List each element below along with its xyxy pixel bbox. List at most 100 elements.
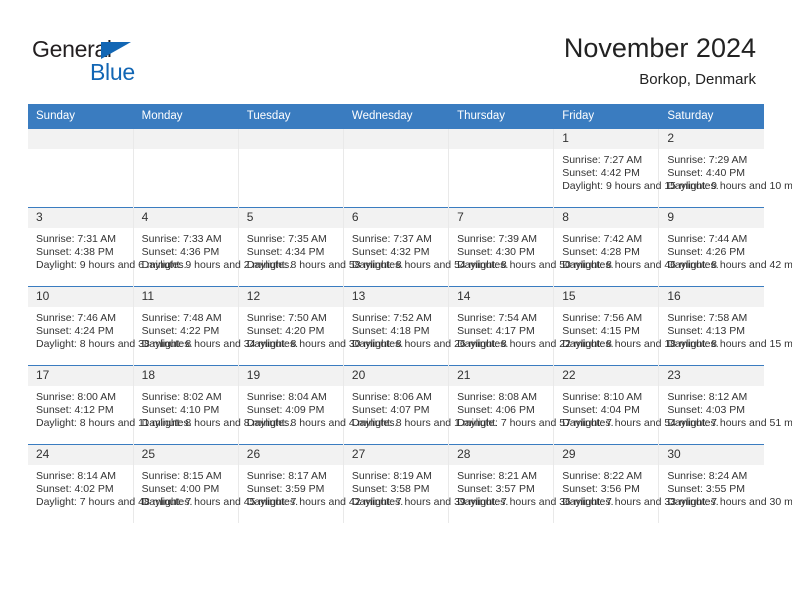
daylight-text: Daylight: 8 hours and 30 minutes. (246, 338, 404, 351)
calendar-day-cell[interactable]: 5 Sunrise: 7:35 AM Sunset: 4:34 PM Daylight… (238, 207, 404, 287)
calendar-day-cell[interactable]: 27 Sunrise: 8:19 AM Sunset: 3:58 PM Dayligh… (343, 444, 508, 523)
day-number: 8 (554, 208, 659, 228)
sunrise-text: Sunrise: 8:02 AM (141, 391, 222, 403)
daylight-text: Daylight: 8 hours and 50 minutes. (457, 259, 614, 272)
calendar-day-cell[interactable]: 16 Sunrise: 7:58 AM Sunset: 4:13 PM Dayligh… (658, 286, 792, 366)
calendar-day-cell[interactable]: 2 Sunrise: 7:29 AM Sunset: 4:40 PM Daylight… (658, 128, 792, 208)
sunrise-text: Sunrise: 7:48 AM (141, 312, 222, 324)
daylight-text: Daylight: 8 hours and 46 minutes. (562, 259, 719, 272)
day-details: Sunrise: 7:46 AM Sunset: 4:24 PM Daylight:… (28, 307, 192, 352)
calendar-day-cell[interactable]: 23 Sunrise: 8:12 AM Sunset: 4:03 PM Dayligh… (658, 365, 792, 445)
day-details: Sunrise: 7:44 AM Sunset: 4:26 PM Daylight:… (659, 228, 792, 273)
calendar-day-cell[interactable]: 28 Sunrise: 8:21 AM Sunset: 3:57 PM Dayligh… (448, 444, 614, 523)
calendar-day-cell[interactable]: 20 Sunrise: 8:06 AM Sunset: 4:07 PM Dayligh… (343, 365, 498, 445)
calendar-week-row: 3 Sunrise: 7:31 AM Sunset: 4:38 PM Daylight… (28, 207, 792, 287)
sunset-text: Sunset: 4:42 PM (562, 167, 640, 180)
calendar-day-cell[interactable]: 18 Sunrise: 8:02 AM Sunset: 4:10 PM Dayligh… (133, 365, 293, 445)
calendar-day-cell[interactable]: 30 Sunrise: 8:24 AM Sunset: 3:55 PM Dayligh… (658, 444, 792, 523)
calendar-day-cell[interactable]: 17 Sunrise: 8:00 AM Sunset: 4:12 PM Dayligh… (28, 365, 192, 445)
calendar-day-cell[interactable]: 7 Sunrise: 7:39 AM Sunset: 4:30 PM Daylight… (448, 207, 614, 287)
sunrise-text: Sunrise: 7:56 AM (562, 312, 643, 324)
calendar-week-row: 10 Sunrise: 7:46 AM Sunset: 4:24 PM Dayligh… (28, 286, 792, 366)
calendar-day-cell[interactable]: 26 Sunrise: 8:17 AM Sunset: 3:59 PM Dayligh… (238, 444, 403, 523)
day-details: Sunrise: 8:14 AM Sunset: 4:02 PM Daylight:… (28, 465, 192, 510)
day-details: Sunrise: 8:21 AM Sunset: 3:57 PM Daylight:… (449, 465, 614, 510)
day-number: 30 (659, 445, 764, 465)
sunrise-text: Sunrise: 7:35 AM (246, 233, 327, 245)
calendar-day-cell[interactable]: 1 Sunrise: 7:27 AM Sunset: 4:42 PM Daylight… (553, 128, 719, 208)
calendar-grid: Sunday Monday Tuesday Wednesday Thursday… (28, 104, 792, 523)
sunrise-text: Sunrise: 8:24 AM (667, 470, 748, 482)
weekday-header-tuesday: Tuesday (238, 104, 344, 129)
sunrise-text: Sunrise: 8:12 AM (667, 391, 748, 403)
calendar-day-cell[interactable]: 10 Sunrise: 7:46 AM Sunset: 4:24 PM Dayligh… (28, 286, 192, 366)
day-details: Sunrise: 7:31 AM Sunset: 4:38 PM Daylight:… (28, 228, 187, 273)
weekday-header-row: Sunday Monday Tuesday Wednesday Thursday… (28, 104, 764, 129)
sunset-text: Sunset: 4:06 PM (457, 404, 535, 417)
sunset-text: Sunset: 4:24 PM (36, 325, 114, 338)
day-number: 23 (659, 366, 764, 386)
day-number: 27 (343, 445, 449, 465)
calendar-day-cell[interactable]: 19 Sunrise: 8:04 AM Sunset: 4:09 PM Dayligh… (238, 365, 398, 445)
daylight-text: Daylight: 8 hours and 58 minutes. (246, 259, 404, 272)
sunset-text: Sunset: 4:15 PM (562, 325, 640, 338)
sunset-text: Sunset: 4:20 PM (246, 325, 325, 338)
calendar-day-cell[interactable]: 11 Sunrise: 7:48 AM Sunset: 4:22 PM Dayligh… (133, 286, 298, 366)
calendar-day-cell-empty (133, 128, 239, 208)
sunset-text: Sunset: 4:40 PM (667, 167, 745, 180)
calendar-week-row: 24 Sunrise: 8:14 AM Sunset: 4:02 PM Dayligh… (28, 444, 792, 523)
calendar-day-cell[interactable]: 12 Sunrise: 7:50 AM Sunset: 4:20 PM Dayligh… (238, 286, 404, 366)
page-title: November 2024 (563, 33, 756, 63)
day-details: Sunrise: 7:35 AM Sunset: 4:34 PM Daylight:… (239, 228, 404, 273)
daylight-text: Daylight: 8 hours and 15 minutes. (667, 338, 792, 351)
calendar-day-cell[interactable]: 15 Sunrise: 7:56 AM Sunset: 4:15 PM Dayligh… (553, 286, 719, 366)
sunset-text: Sunset: 4:10 PM (141, 404, 220, 417)
calendar-day-cell[interactable]: 22 Sunrise: 8:10 AM Sunset: 4:04 PM Dayligh… (553, 365, 719, 445)
sunrise-text: Sunrise: 8:22 AM (562, 470, 643, 482)
calendar-day-cell-empty (448, 128, 555, 208)
calendar-day-cell[interactable]: 29 Sunrise: 8:22 AM Sunset: 3:56 PM Dayligh… (553, 444, 719, 523)
daylight-text: Daylight: 8 hours and 18 minutes. (562, 338, 719, 351)
sunrise-text: Sunrise: 7:42 AM (562, 233, 643, 245)
day-details: Sunrise: 7:29 AM Sunset: 4:40 PM Daylight:… (659, 149, 792, 194)
day-details: Sunrise: 8:02 AM Sunset: 4:10 PM Daylight:… (134, 386, 293, 431)
day-number: 21 (449, 366, 554, 386)
day-details: Sunrise: 7:58 AM Sunset: 4:13 PM Daylight:… (659, 307, 792, 352)
sunrise-text: Sunrise: 8:14 AM (36, 470, 116, 482)
calendar-day-cell[interactable]: 6 Sunrise: 7:37 AM Sunset: 4:32 PM Daylight… (343, 207, 509, 287)
calendar-day-cell[interactable]: 13 Sunrise: 7:52 AM Sunset: 4:18 PM Dayligh… (343, 286, 508, 366)
daylight-text: Daylight: 7 hours and 54 minutes. (562, 417, 719, 430)
daylight-text: Daylight: 8 hours and 1 minute. (351, 417, 498, 430)
sunset-text: Sunset: 4:02 PM (36, 483, 114, 496)
day-details: Sunrise: 7:37 AM Sunset: 4:32 PM Daylight:… (344, 228, 509, 273)
sunrise-text: Sunrise: 8:00 AM (36, 391, 116, 403)
day-details: Sunrise: 7:33 AM Sunset: 4:36 PM Daylight:… (134, 228, 293, 273)
daylight-text: Daylight: 7 hours and 36 minutes. (457, 496, 614, 509)
daylight-text: Daylight: 9 hours and 2 minutes. (141, 259, 293, 272)
calendar-day-cell[interactable]: 8 Sunrise: 7:42 AM Sunset: 4:28 PM Daylight… (553, 207, 719, 287)
daylight-text: Daylight: 7 hours and 33 minutes. (562, 496, 719, 509)
day-number: 25 (133, 445, 238, 465)
daylight-text: Daylight: 8 hours and 54 minutes. (351, 259, 509, 272)
weekday-header-monday: Monday (133, 104, 239, 129)
calendar-day-cell-empty (238, 128, 344, 208)
calendar-day-cell[interactable]: 3 Sunrise: 7:31 AM Sunset: 4:38 PM Daylight… (28, 207, 187, 287)
calendar-day-cell[interactable]: 9 Sunrise: 7:44 AM Sunset: 4:26 PM Daylight… (658, 207, 792, 287)
day-details: Sunrise: 7:54 AM Sunset: 4:17 PM Daylight:… (449, 307, 613, 352)
sunset-text: Sunset: 4:26 PM (667, 246, 745, 259)
day-details: Sunrise: 8:04 AM Sunset: 4:09 PM Daylight:… (239, 386, 398, 431)
day-number: 12 (238, 287, 343, 307)
daylight-text: Daylight: 7 hours and 30 minutes. (667, 496, 792, 509)
sunset-text: Sunset: 4:22 PM (141, 325, 220, 338)
title-block: November 2024 Borkop, Denmark (564, 32, 756, 90)
sunset-text: Sunset: 4:07 PM (351, 404, 430, 417)
calendar-day-cell[interactable]: 4 Sunrise: 7:33 AM Sunset: 4:36 PM Daylight… (133, 207, 293, 287)
calendar-day-cell[interactable]: 24 Sunrise: 8:14 AM Sunset: 4:02 PM Dayligh… (28, 444, 192, 523)
calendar-day-cell[interactable]: 21 Sunrise: 8:08 AM Sunset: 4:06 PM Dayligh… (448, 365, 614, 445)
day-number: 4 (133, 208, 238, 228)
calendar-day-cell[interactable]: 14 Sunrise: 7:54 AM Sunset: 4:17 PM Dayligh… (448, 286, 614, 366)
daylight-text: Daylight: 7 hours and 45 minutes. (141, 496, 299, 509)
calendar-day-cell[interactable]: 25 Sunrise: 8:15 AM Sunset: 4:00 PM Dayligh… (133, 444, 299, 523)
day-number (449, 129, 554, 149)
day-number: 17 (28, 366, 133, 386)
